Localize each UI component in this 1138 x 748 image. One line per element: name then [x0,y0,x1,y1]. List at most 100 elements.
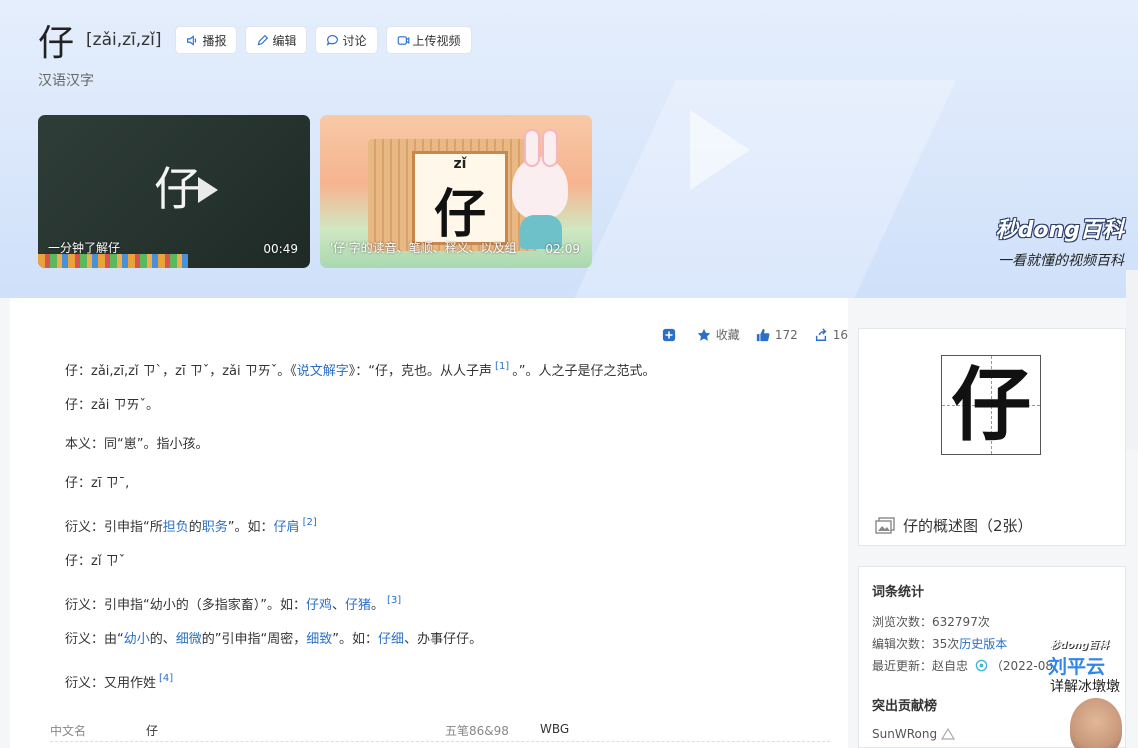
broadcast-button[interactable]: 播报 [175,26,238,54]
info-value-chinese-name: 仔 [146,724,159,738]
contributor-item[interactable]: SunWRong [872,727,956,741]
link-danfu[interactable]: 担负 [163,520,189,535]
gallery-icon [875,516,895,534]
citation-2[interactable]: [2] [303,517,317,528]
video-1-caption: 一分钟了解仔 [48,241,121,255]
brand-block: 秒dong百科 一看就懂的视频百科 [996,212,1124,270]
definition-line-9: 衍义：又用作姓 [4] [65,668,825,707]
brand-logo: 秒dong百科 [995,218,1124,243]
definition-line-7: 衍义：引申指“幼小的（多指家畜）”。如：仔鸡、仔猪。 [3] [65,590,825,629]
definition-line-2: 仔：zǎi ㄗㄞˇ。 [65,398,160,413]
definition-line-6: 仔：zǐ ㄗˇ [65,554,126,569]
stat-value: 632797次 [932,615,990,629]
text-segment: 》：“仔，克也。从人子声 [348,364,493,379]
text-segment: 衍义：又用作姓 [65,676,157,691]
text-segment: 仔：zǎi,zī,zǐ ㄗˋ，zī ㄗˇ，zǎi ㄗㄞˇ。《 [65,364,297,379]
text-segment: 。 [371,598,385,613]
video-2-pinyin: zǐ [453,156,467,172]
stat-label: 浏览次数： [872,615,933,629]
text-segment: 衍义：由“ [65,632,124,647]
banner-play-decoration [690,110,750,190]
add-button[interactable] [662,328,681,342]
stat-views: 浏览次数：632797次 [872,613,990,630]
link-zixi[interactable]: 仔细 [378,632,404,647]
definition-line-5: 衍义：引申指“所担负的职务”。如：仔肩 [2] [65,512,825,551]
link-zijian[interactable]: 仔肩 [274,520,300,535]
video-1-duration: 00:49 [263,242,298,256]
subtitle: 汉语汉字 [38,73,94,89]
header-banner: 仔 [zǎi,zī,zǐ] 播报 编辑 讨论 上传视频 汉语汉字 仔 一分钟了解… [0,0,1138,298]
discuss-label: 讨论 [342,33,367,48]
stat-label: 编辑次数： [872,637,933,651]
overview-caption[interactable]: 仔的概述图（2张） [875,515,1033,536]
text-segment: 衍义：引申指“所 [65,520,163,535]
link-zizhu[interactable]: 仔猪 [345,598,371,613]
citation-4[interactable]: [4] [159,673,173,684]
books-decoration [38,254,188,268]
thumbs-up-icon [756,328,770,341]
upload-video-label: 上传视频 [412,33,461,48]
title-row: 仔 [zǎi,zī,zǐ] 播报 编辑 讨论 上传视频 [38,18,480,64]
text-segment: ”。如： [227,520,274,535]
collect-button[interactable]: 收藏 [697,326,740,343]
broadcast-label: 播报 [202,33,227,48]
overlay-name: 刘平云 [1048,656,1106,678]
overlay-subtitle: 详解冰墩墩 [1050,679,1120,695]
like-count: 172 [774,327,798,342]
link-shuowen[interactable]: 说文解字 [297,364,349,379]
citation-1[interactable]: [1] [495,361,509,372]
bunny-mascot-icon [512,129,568,219]
plus-square-icon [662,328,675,341]
updated-user[interactable]: 赵自忠 [932,659,968,673]
text-segment: 的 [188,520,202,535]
glyph-character: 仔 [951,358,1031,452]
upload-video-button[interactable]: 上传视频 [385,26,472,54]
main-content: 收藏 172 16 仔：zǎi,zī,zǐ ㄗˋ，zī ㄗˇ，zǎi ㄗㄞˇ。《… [10,298,848,748]
person-avatar [1070,698,1122,748]
video-camera-icon [397,35,409,45]
link-zhiwu[interactable]: 职务 [202,520,228,535]
definition-line-8: 衍义：由“幼小的、细微的”引申指“周密，细致”。如：仔细、办事仔仔。 [65,629,825,668]
text-segment: 。”。人之子是仔之范式。 [512,364,656,379]
text-segment: 、办事仔仔。 [404,632,483,647]
edit-button[interactable]: 编辑 [245,26,308,54]
text-segment: 的”引申指“周密， [201,632,307,647]
banner-decoration [564,80,956,298]
video-2-character: 仔 [433,184,486,245]
edit-label: 编辑 [272,33,297,48]
updated-date: （2022-08 [990,659,1053,673]
definition-line-1: 仔：zǎi,zī,zǐ ㄗˋ，zī ㄗˇ，zǎi ㄗㄞˇ。《说文解字》：“仔，克… [65,356,825,395]
collect-label: 收藏 [715,328,740,342]
text-segment: 衍义：引申指“幼小的（多指家畜）”。如： [65,598,306,613]
like-button[interactable]: 172 [756,328,798,342]
video-2-caption: '仔'字的读音、笔顺、释义、以及组 [330,241,517,255]
citation-3[interactable]: [3] [387,595,401,606]
stat-label: 最近更新： [872,659,933,673]
badge-icon [975,659,988,672]
stats-title: 词条统计 [872,585,925,600]
video-overlay-ad[interactable]: 秒dong百科 刘平云 详解冰墩墩 [1048,636,1138,748]
overview-image-card[interactable]: 仔 仔的概述图（2张） [858,328,1126,546]
video-card-1[interactable]: 仔 一分钟了解仔 00:49 [38,115,310,268]
discuss-button[interactable]: 讨论 [315,26,378,54]
chat-bubble-icon [327,34,339,46]
share-button[interactable]: 16 [814,328,848,342]
link-ziji[interactable]: 仔鸡 [306,598,332,613]
text-segment: 的、 [149,632,176,647]
info-key-chinese-name: 中文名 [50,724,87,738]
video-card-2[interactable]: zǐ 仔 '仔'字的读音、笔顺、释义、以及组 02:09 [320,115,592,268]
definition-line-3: 本义：同“崽”。指小孩。 [65,437,209,452]
overview-caption-text: 仔的概述图（2张） [903,517,1033,535]
video-1-character: 仔 [154,162,200,216]
text-segment: 、 [332,598,346,613]
contrib-title: 突出贡献榜 [872,699,938,714]
link-xiwei[interactable]: 细微 [176,632,202,647]
history-version-link[interactable]: 历史版本 [959,637,1007,651]
info-key-wubi: 五笔86&98 [445,724,509,738]
link-xizhi[interactable]: 细致 [306,632,332,647]
speaker-icon [187,34,197,46]
definition-lines: 仔：zǎi,zī,zǐ ㄗˋ，zī ㄗˇ，zǎi ㄗㄞˇ。《说文解字》：“仔，克… [65,356,825,707]
video-2-duration: 02:09 [545,242,580,256]
link-youxiao[interactable]: 幼小 [124,632,150,647]
definition-line-4: 仔：zī ㄗˉ, [65,476,130,491]
